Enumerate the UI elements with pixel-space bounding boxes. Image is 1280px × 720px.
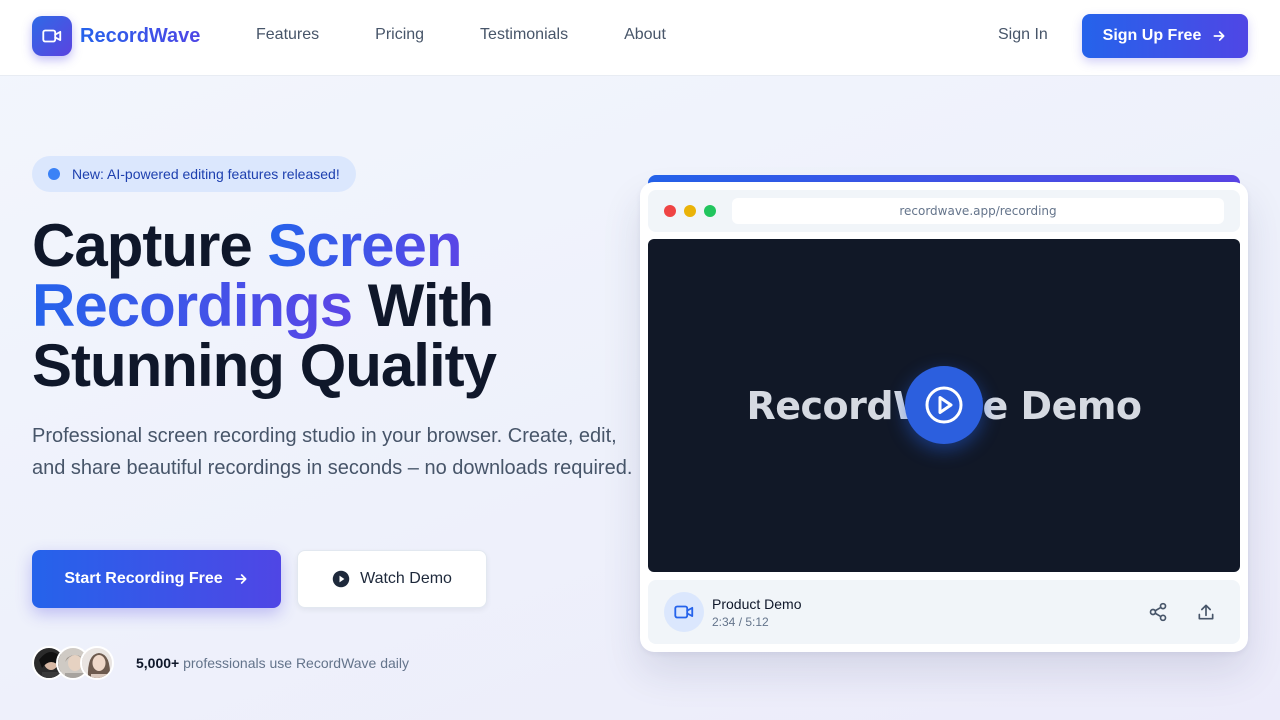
badge-text: New: AI-powered editing features release… [72,166,340,182]
social-proof: 5,000+ professionals use RecordWave dail… [32,646,409,680]
headline-highlight-screen: Screen [267,212,462,279]
recording-info-bar: Product Demo 2:34 / 5:12 [648,580,1240,644]
social-proof-text: 5,000+ professionals use RecordWave dail… [136,655,409,671]
social-proof-caption: professionals use RecordWave daily [179,655,410,671]
browser-toolbar: recordwave.app/recording [648,190,1240,232]
video-camera-icon [32,16,72,56]
video-camera-icon [664,592,704,632]
avatar [80,646,114,680]
headline-highlight-recordings: Recordings [32,272,353,339]
start-recording-label: Start Recording Free [64,570,223,587]
arrow-right-icon [235,574,247,584]
play-button[interactable] [905,366,983,444]
nav-link-about[interactable]: About [624,26,666,44]
user-count: 5,000+ [136,655,180,671]
window-minimize-dot [684,205,696,217]
share-icon[interactable] [1146,600,1170,624]
headline-line3: Stunning Quality [32,332,497,399]
start-recording-button[interactable]: Start Recording Free [32,550,281,608]
brand-logo[interactable]: RecordWave [32,16,200,56]
upload-icon[interactable] [1194,600,1218,624]
recording-title: Product Demo [712,596,802,612]
hero-subtitle: Professional screen recording studio in … [32,425,633,479]
badge-dot-icon [48,168,60,180]
play-circle-icon [332,570,350,588]
window-maximize-dot [704,205,716,217]
announcement-badge[interactable]: New: AI-powered editing features release… [32,156,356,192]
brand-name: RecordWave [80,24,201,47]
sign-up-button[interactable]: Sign Up Free [1082,14,1248,58]
window-close-dot [664,205,676,217]
hero-headline: Capture Screen Recordings With Stunning … [32,216,632,396]
headline-part1: Capture [32,212,268,279]
avatar-group [32,646,114,680]
site-header: RecordWave Features Pricing Testimonials… [0,0,1280,76]
nav-link-features[interactable]: Features [256,26,319,44]
recording-time: 2:34 / 5:12 [712,615,769,629]
nav-link-pricing[interactable]: Pricing [375,26,424,44]
watch-demo-label: Watch Demo [360,570,452,587]
video-player[interactable]: RecordWave Demo [648,239,1240,572]
address-bar: recordwave.app/recording [732,198,1224,224]
sign-in-link[interactable]: Sign In [998,26,1048,44]
headline-part2: With [352,272,494,339]
recording-preview-window: recordwave.app/recording RecordWave Demo… [640,182,1248,652]
sign-up-label: Sign Up Free [1102,27,1202,44]
nav-link-testimonials[interactable]: Testimonials [480,26,568,44]
arrow-right-icon [1213,31,1225,41]
play-circle-icon [925,386,963,424]
watch-demo-button[interactable]: Watch Demo [297,550,487,608]
main-nav: Features Pricing Testimonials About [256,26,722,44]
